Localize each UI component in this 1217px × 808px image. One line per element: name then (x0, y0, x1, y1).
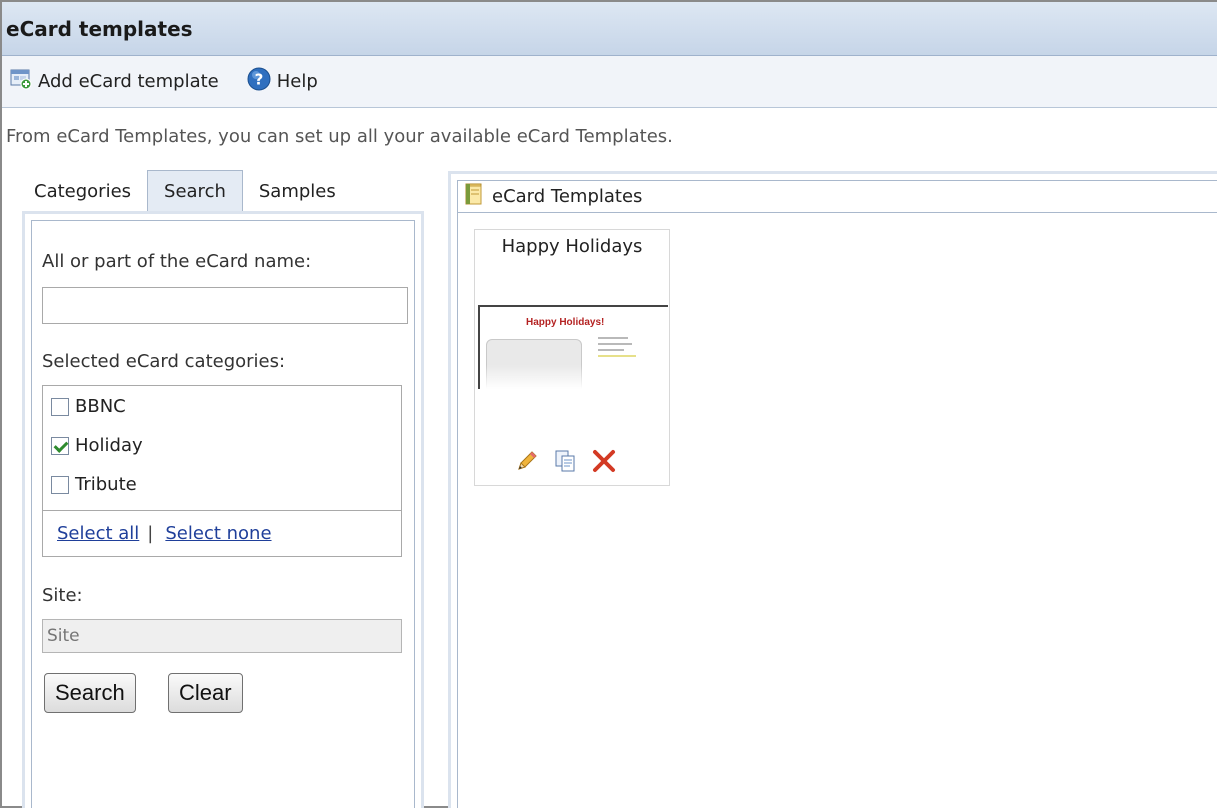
site-label: Site: (42, 585, 83, 606)
thumbnail-text (598, 337, 638, 361)
thumbnail-fade (480, 365, 668, 389)
help-button[interactable]: ? Help (247, 67, 318, 96)
folder-icon (464, 183, 484, 210)
category-divider (43, 510, 401, 511)
ecard-name-input[interactable] (42, 287, 408, 324)
categories-label: Selected eCard categories: (42, 351, 286, 372)
ecard-template-card[interactable]: Happy Holidays Happy Holidays! (474, 229, 670, 486)
holiday-checkbox[interactable] (51, 436, 69, 455)
site-input[interactable] (42, 619, 402, 653)
tab-search[interactable]: Search (147, 170, 243, 212)
page-title: eCard templates (6, 16, 193, 41)
category-list: BBNC Holiday Tribute Select all | Select… (42, 385, 402, 557)
tab-samples[interactable]: Samples (243, 170, 352, 212)
search-button[interactable]: Search (44, 673, 136, 713)
bbnc-checkbox[interactable] (51, 397, 69, 416)
page-description: From eCard Templates, you can set up all… (6, 126, 673, 147)
category-item-tribute[interactable]: Tribute (51, 474, 137, 495)
link-separator: | (147, 523, 154, 544)
category-item-holiday[interactable]: Holiday (51, 435, 143, 456)
add-ecard-template-label: Add eCard template (38, 71, 219, 92)
card-thumbnail[interactable]: Happy Holidays! (478, 305, 668, 389)
category-label: Tribute (75, 474, 137, 495)
add-template-icon (10, 68, 32, 95)
delete-x-icon[interactable] (591, 448, 617, 474)
select-links: Select all | Select none (57, 523, 272, 544)
category-item-bbnc[interactable]: BBNC (51, 396, 126, 417)
clear-button[interactable]: Clear (168, 673, 243, 713)
pencil-icon[interactable] (515, 449, 539, 473)
help-label: Help (276, 71, 318, 92)
templates-header-title: eCard Templates (492, 186, 643, 207)
tab-categories[interactable]: Categories (18, 170, 147, 212)
category-label: Holiday (75, 435, 143, 456)
copy-icon[interactable] (553, 449, 577, 473)
search-panel: All or part of the eCard name: Selected … (22, 211, 424, 808)
help-icon: ? (247, 67, 271, 96)
select-none-link[interactable]: Select none (165, 523, 271, 544)
category-label: BBNC (75, 396, 126, 417)
card-title: Happy Holidays (501, 236, 643, 257)
name-label: All or part of the eCard name: (42, 251, 312, 272)
select-all-link[interactable]: Select all (57, 523, 139, 544)
templates-panel-body: eCard Templates Happy Holidays Happy Hol… (457, 180, 1217, 808)
tribute-checkbox[interactable] (51, 475, 69, 494)
templates-header: eCard Templates (458, 181, 1217, 213)
toolbar: Add eCard template ? Help (2, 56, 1217, 108)
add-ecard-template-button[interactable]: Add eCard template (10, 68, 219, 95)
templates-panel: eCard Templates Happy Holidays Happy Hol… (448, 171, 1217, 808)
svg-text:?: ? (254, 71, 263, 89)
title-bar: eCard templates (2, 2, 1217, 56)
search-tabs: Categories Search Samples (18, 170, 352, 212)
thumbnail-heading: Happy Holidays! (526, 317, 605, 328)
search-panel-body: All or part of the eCard name: Selected … (31, 220, 415, 808)
card-actions (515, 448, 631, 474)
